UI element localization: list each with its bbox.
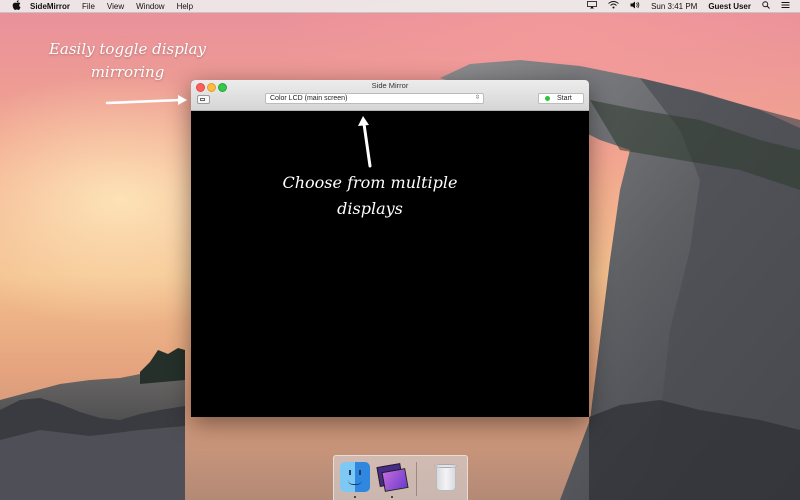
trash-icon[interactable] — [431, 462, 461, 492]
side-mirror-window: Side Mirror Color LCD (main screen) ⇳ St… — [191, 80, 589, 417]
annotation-toggle-line1: Easily toggle display — [48, 40, 207, 58]
select-chevron-icon: ⇳ — [474, 95, 480, 101]
annotation-displays-line1: Choose from multiple — [282, 173, 458, 192]
finder-icon[interactable] — [340, 462, 370, 492]
menu-help[interactable]: Help — [177, 2, 193, 11]
start-button-label: Start — [557, 95, 572, 102]
status-dot-icon — [545, 96, 550, 101]
dock-separator — [416, 462, 417, 496]
dock — [333, 455, 468, 500]
display-select[interactable]: Color LCD (main screen) ⇳ — [265, 93, 484, 104]
sidemirror-icon[interactable] — [376, 462, 409, 492]
menu-window[interactable]: Window — [136, 2, 164, 11]
menu-user[interactable]: Guest User — [708, 2, 751, 11]
menu-bar-status-area: Sun 3:41 PM Guest User — [576, 0, 790, 12]
list-icon[interactable] — [781, 1, 790, 11]
apple-icon[interactable] — [10, 0, 22, 12]
menu-file[interactable]: File — [82, 2, 95, 11]
annotation-displays: Choose from multiple displays — [270, 170, 470, 222]
volume-icon[interactable] — [630, 1, 640, 11]
window-title: Side Mirror — [371, 81, 409, 90]
mirror-toggle-button[interactable] — [197, 95, 210, 104]
menu-bar: SideMirror File View Window Help Sun 3:4… — [0, 0, 800, 13]
window-titlebar[interactable]: Side Mirror Color LCD (main screen) ⇳ St… — [191, 80, 589, 111]
airplay-icon[interactable] — [587, 1, 597, 11]
menu-view[interactable]: View — [107, 2, 124, 11]
menu-clock[interactable]: Sun 3:41 PM — [651, 2, 697, 11]
annotation-displays-line2: displays — [337, 199, 403, 218]
mirror-preview-area — [191, 111, 589, 417]
start-button[interactable]: Start — [538, 93, 584, 104]
wifi-icon[interactable] — [608, 1, 619, 11]
search-icon[interactable] — [762, 1, 770, 11]
menu-app-name[interactable]: SideMirror — [30, 2, 70, 11]
display-select-value: Color LCD (main screen) — [270, 95, 348, 102]
sidemirror-running-indicator — [391, 496, 393, 498]
annotation-toggle: Easily toggle display mirroring — [40, 38, 215, 84]
annotation-toggle-line2: mirroring — [90, 63, 165, 81]
finder-running-indicator — [354, 496, 356, 498]
